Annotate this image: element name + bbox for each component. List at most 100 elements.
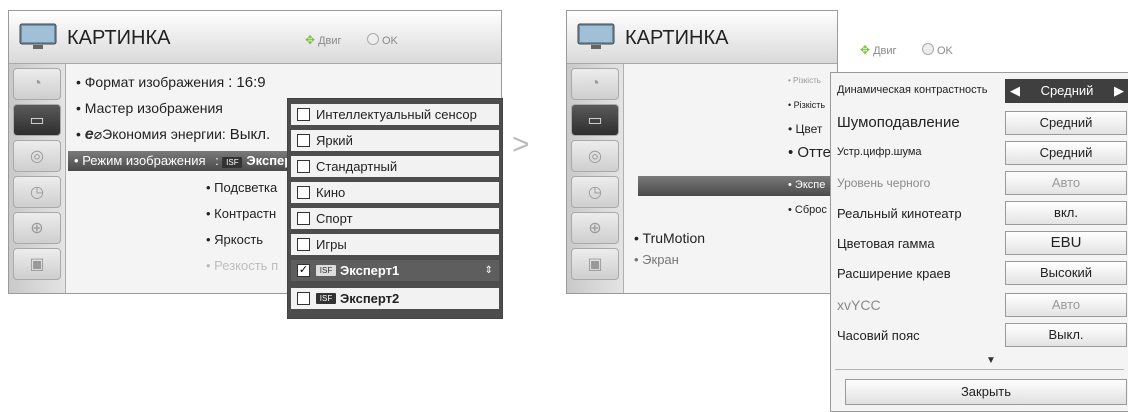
sidebar-item-lock[interactable]: ⊕	[571, 212, 619, 244]
setting-value[interactable]: Высокий	[1005, 261, 1127, 285]
checkbox-checked-icon: ✓	[297, 264, 310, 277]
transition-arrow: >	[512, 128, 530, 161]
setting-row-xvycc[interactable]: xvYCC Авто	[831, 293, 1128, 317]
dropdown-option-sport[interactable]: Спорт	[291, 208, 499, 229]
right-menu-panel: КАРТИНКА ◔ ▭ ◎ ◷ ⊕ ▣ • Різкість • Різкіс…	[566, 10, 838, 294]
energy-bullet: •	[76, 126, 81, 142]
format-sep: :	[228, 74, 233, 91]
leaf-icon: ⌀	[93, 126, 103, 142]
mode-value: Экспер	[246, 153, 293, 168]
sidebar-item-option[interactable]: ▣	[13, 248, 61, 280]
option-label: Яркий	[316, 133, 353, 148]
menu-content: • Різкість • Різкість • Цвет • Отте • Эк…	[624, 64, 837, 293]
energy-value: Выкл.	[229, 126, 271, 143]
menu-item-energy[interactable]: • e⌀Экономия энергии: Выкл.	[76, 126, 270, 144]
setting-value[interactable]: Авто	[1005, 293, 1127, 317]
setting-row-black-level[interactable]: Уровень черного Авто	[831, 171, 1128, 195]
sidebar-item-setup[interactable]: ◔	[13, 68, 61, 100]
hint-ok: OK	[367, 33, 398, 47]
option-label: Эксперт2	[340, 291, 400, 306]
sidebar-item-time[interactable]: ◷	[13, 176, 61, 208]
setting-value[interactable]: Авто	[1005, 171, 1127, 195]
setting-row-real-cinema[interactable]: Реальный кинотеатр вкл.	[831, 201, 1128, 225]
scroll-down-icon[interactable]: ▼	[986, 355, 996, 366]
menu-item-sharpness[interactable]: • Резкость п	[206, 258, 278, 273]
scroll-updown-icon: ⇕	[484, 265, 493, 276]
mode-bullet: •	[74, 153, 79, 168]
hint-move: ✥ Двиг	[305, 33, 342, 47]
setting-row-edge-enhancer[interactable]: Расширение краев Высокий	[831, 261, 1128, 285]
setting-label: xvYCC	[837, 297, 881, 313]
hint-move-label: Двиг	[318, 35, 342, 47]
option-label: Интеллектуальный сенсор	[316, 107, 477, 122]
checkbox-icon	[297, 134, 310, 147]
setting-row-dynamic-contrast[interactable]: Динамическая контрастность ◀ Средний ▶	[831, 79, 1128, 103]
dropdown-option-standard[interactable]: Стандартный	[291, 156, 499, 177]
sidebar-item-lock[interactable]: ⊕	[13, 212, 61, 244]
picture-mode-dropdown: Интеллектуальный сенсор Яркий Стандартны…	[287, 98, 503, 319]
category-sidebar: ◔ ▭ ◎ ◷ ⊕ ▣	[9, 64, 66, 293]
dropdown-option-expert1[interactable]: ✓ ISF Эксперт1 ⇕	[291, 260, 499, 281]
sidebar-item-picture[interactable]: ▭	[13, 104, 61, 136]
menu-item-tint[interactable]: • Отте	[788, 144, 831, 161]
sidebar-item-option[interactable]: ▣	[571, 248, 619, 280]
option-label: Спорт	[316, 211, 353, 226]
ok-icon	[367, 33, 379, 45]
checkbox-icon	[297, 108, 310, 121]
menu-item-brightness[interactable]: • Яркость	[206, 232, 263, 247]
menu-item-master[interactable]: • Мастер изображения	[76, 100, 223, 116]
close-button[interactable]: Закрыть	[845, 379, 1127, 405]
dropdown-option-cinema[interactable]: Кино	[291, 182, 499, 203]
dropdown-option-game[interactable]: Игры	[291, 234, 499, 255]
setting-row-digital-noise[interactable]: Устр.цифр.шума Средний	[831, 141, 1128, 165]
left-menu-header: КАРТИНКА ✥ Двиг OK	[9, 11, 501, 64]
menu-item-reset[interactable]: • Сброс	[788, 204, 827, 216]
setting-row-color-gamut[interactable]: Цветовая гамма EBU	[831, 231, 1128, 255]
setting-row-time-zone[interactable]: Часовий пояс Выкл.	[831, 323, 1128, 347]
setting-value[interactable]: EBU	[1005, 231, 1127, 255]
setting-label: Устр.цифр.шума	[837, 146, 922, 158]
setting-row-noise-reduction[interactable]: Шумоподавление Средний	[831, 111, 1128, 135]
option-label: Кино	[316, 185, 346, 200]
sidebar-item-time[interactable]: ◷	[571, 176, 619, 208]
setting-value[interactable]: Средний	[1005, 141, 1127, 165]
setting-label: Часовий пояс	[837, 328, 920, 343]
sidebar-item-audio[interactable]: ◎	[571, 140, 619, 172]
setting-label: Шумоподавление	[837, 114, 960, 131]
menu-item-format[interactable]: • Формат изображения : 16:9	[76, 74, 266, 92]
mode-text: • Режим изображения : ISF Экспер	[74, 153, 292, 168]
menu-item-trumotion[interactable]: • TruMotion	[634, 230, 705, 246]
hint-ok: OK	[922, 43, 953, 57]
checkbox-icon	[297, 212, 310, 225]
menu-item-screen[interactable]: • Экран	[634, 252, 679, 267]
dropdown-option-vivid[interactable]: Яркий	[291, 130, 499, 151]
arrow-left-icon[interactable]: ◀	[1010, 80, 1020, 102]
menu-item-backlight[interactable]: • Подсветка	[206, 180, 277, 195]
setting-value[interactable]: вкл.	[1005, 201, 1127, 225]
menu-item-sharpness-v[interactable]: • Різкість	[788, 100, 825, 110]
menu-item-sharpness-h[interactable]: • Різкість	[788, 76, 821, 85]
setting-value: Средний	[1040, 83, 1094, 98]
sidebar-item-picture[interactable]: ▭	[571, 104, 619, 136]
mode-label: Режим изображения	[82, 153, 206, 168]
menu-item-contrast[interactable]: • Контрастн	[206, 206, 276, 221]
setting-label: Цветовая гамма	[837, 236, 935, 251]
dropdown-option-expert2[interactable]: ISF Эксперт2	[291, 288, 499, 309]
sidebar-item-audio[interactable]: ◎	[13, 140, 61, 172]
menu-item-color[interactable]: • Цвет	[788, 122, 822, 136]
setting-label: Динамическая контрастность	[837, 84, 988, 96]
setting-value-selector[interactable]: ◀ Средний ▶	[1005, 79, 1128, 103]
dropdown-option-intelligent[interactable]: Интеллектуальный сенсор	[291, 104, 499, 125]
hint-move: ✥ Двиг	[860, 43, 897, 57]
format-label: • Формат изображения	[76, 74, 225, 90]
right-menu-header: КАРТИНКА	[567, 11, 837, 64]
hint-move-label: Двиг	[873, 45, 897, 57]
setting-label: Расширение краев	[837, 266, 951, 281]
sidebar-item-setup[interactable]: ◔	[571, 68, 619, 100]
setting-value[interactable]: Выкл.	[1005, 323, 1127, 347]
arrow-right-icon[interactable]: ▶	[1114, 80, 1124, 102]
setting-value[interactable]: Средний	[1005, 111, 1127, 135]
option-label: Эксперт1	[340, 263, 400, 278]
checkbox-icon	[297, 292, 310, 305]
category-sidebar: ◔ ▭ ◎ ◷ ⊕ ▣	[567, 64, 624, 293]
